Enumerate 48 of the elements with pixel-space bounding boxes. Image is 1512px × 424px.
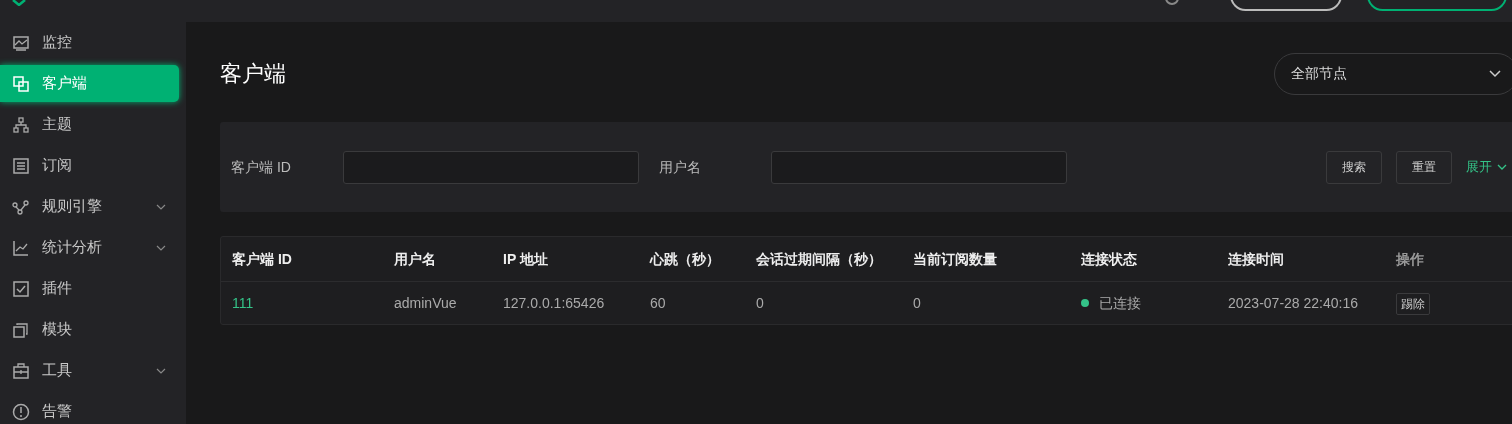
input-field[interactable]	[771, 150, 1067, 184]
sidebar-item[interactable]: 插件	[0, 270, 179, 307]
status-text: 已连接	[1099, 293, 1141, 313]
alert-icon	[12, 402, 30, 421]
sidebar-item[interactable]: 主题	[0, 106, 179, 143]
sidebar-item[interactable]: 工具	[0, 352, 179, 389]
column-header: 连接状态	[1081, 249, 1138, 269]
filter-button[interactable]: 搜索	[1326, 150, 1382, 184]
checkbox-icon	[12, 279, 30, 298]
column-header: 心跳（秒）	[650, 249, 721, 269]
column-header: 连接时间	[1228, 249, 1285, 269]
column-header: 操作	[1396, 249, 1425, 269]
list-icon	[12, 156, 30, 175]
table-cell-text: 0	[756, 293, 765, 313]
table-cell-text: 60	[650, 293, 667, 313]
column-header: 用户名	[394, 249, 437, 269]
sidebar-item[interactable]: 监控	[0, 24, 179, 61]
filter-button[interactable]: 重置	[1396, 150, 1452, 184]
expand-link[interactable]: 展开	[1466, 157, 1507, 177]
field-label: 客户端 ID	[231, 157, 292, 177]
copy-icon	[12, 320, 30, 339]
table-cell-text: 127.0.0.1:65426	[503, 293, 606, 313]
table-cell-text: 0	[913, 293, 922, 313]
monitor-icon	[12, 33, 30, 52]
logo-icon	[12, 0, 26, 6]
hierarchy-icon	[12, 115, 30, 134]
page-title: 客户端	[220, 59, 286, 88]
sidebar-item[interactable]: 告警	[0, 393, 179, 424]
sidebar-item[interactable]: 统计分析	[0, 229, 179, 266]
table-cell-text: adminVue	[394, 293, 458, 313]
field-label: 用户名	[659, 157, 702, 177]
column-header: 客户端 ID	[232, 249, 293, 269]
nodes-icon	[12, 197, 30, 216]
column-header: 当前订阅数量	[913, 249, 998, 269]
input-field[interactable]	[343, 150, 639, 184]
sidebar-item[interactable]: 模块	[0, 311, 179, 348]
sidebar-item[interactable]: 订阅	[0, 147, 179, 184]
chevron-down-icon	[1489, 69, 1501, 78]
toolbox-icon	[12, 361, 30, 380]
chevron-down-icon	[1497, 164, 1507, 170]
column-header: IP 地址	[503, 249, 549, 269]
table-cell-text: 2023-07-28 22:40:16	[1228, 293, 1359, 313]
windows-icon	[12, 74, 30, 93]
client-id-link[interactable]: 111	[232, 295, 254, 311]
chart-icon	[12, 238, 30, 257]
kick-button[interactable]: 踢除	[1396, 293, 1430, 315]
sidebar-item[interactable]: 规则引擎	[0, 188, 179, 225]
column-header: 会话过期间隔（秒）	[756, 249, 883, 269]
